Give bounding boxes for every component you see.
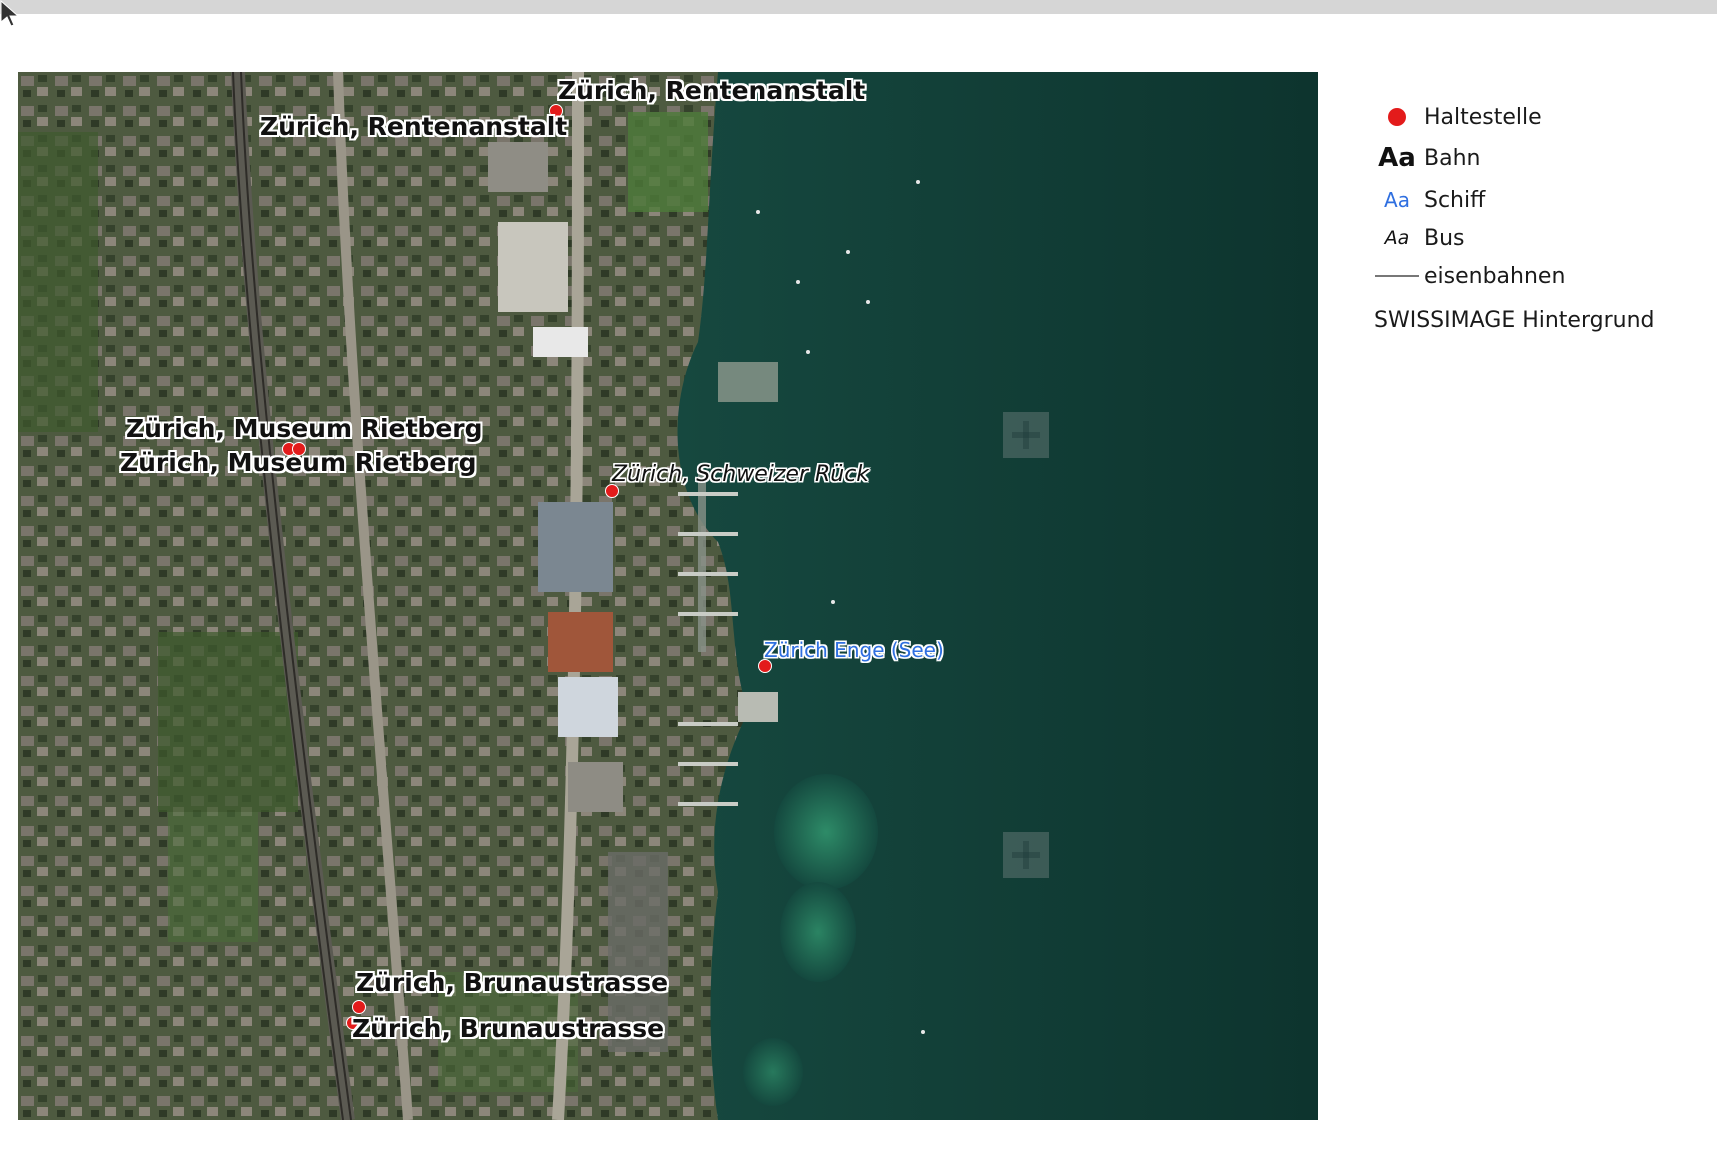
stop-label-museum-rietberg-top: Zürich, Museum Rietberg — [126, 414, 483, 443]
stop-label-rentenanstalt-top: Zürich, Rentenanstalt — [558, 76, 866, 105]
text-italic-aa-icon: Aa — [1384, 227, 1410, 249]
red-dot-icon — [1388, 108, 1406, 126]
line-icon — [1375, 275, 1419, 277]
legend-item-eisenbahnen: eisenbahnen — [1370, 259, 1565, 293]
stop-label-brunaustrasse-bottom: Zürich, Brunaustrasse — [352, 1014, 665, 1043]
stop-label-enge-see: Zürich Enge (See) — [764, 638, 944, 662]
stop-label-museum-rietberg-bottom: Zürich, Museum Rietberg — [120, 448, 477, 477]
legend-item-bahn: Aa Bahn — [1378, 143, 1481, 173]
aerial-imagery — [18, 72, 1318, 1120]
text-bold-aa-icon: Aa — [1378, 143, 1416, 173]
legend-item-schiff: Aa Schiff — [1384, 187, 1486, 213]
stop-label-brunaustrasse-top: Zürich, Brunaustrasse — [356, 968, 669, 997]
stop-marker-brunaustrasse[interactable] — [352, 1000, 366, 1014]
legend-background-layer: SWISSIMAGE Hintergrund — [1374, 308, 1655, 333]
window-top-bar — [0, 0, 1717, 14]
map-view[interactable]: Zürich, Rentenanstalt Zürich, Rentenanst… — [18, 72, 1318, 1120]
mouse-cursor-icon — [0, 0, 20, 27]
text-blue-aa-icon: Aa — [1384, 188, 1410, 212]
stop-label-rentenanstalt-bottom: Zürich, Rentenanstalt — [260, 112, 568, 141]
legend-item-bus: Aa Bus — [1384, 225, 1465, 251]
stop-label-schweizer-rueck: Zürich, Schweizer Rück — [612, 462, 870, 487]
placeholder-tile-icon — [1003, 412, 1049, 458]
placeholder-tile-icon — [1003, 832, 1049, 878]
legend-item-haltestelle: Haltestelle — [1370, 100, 1542, 134]
